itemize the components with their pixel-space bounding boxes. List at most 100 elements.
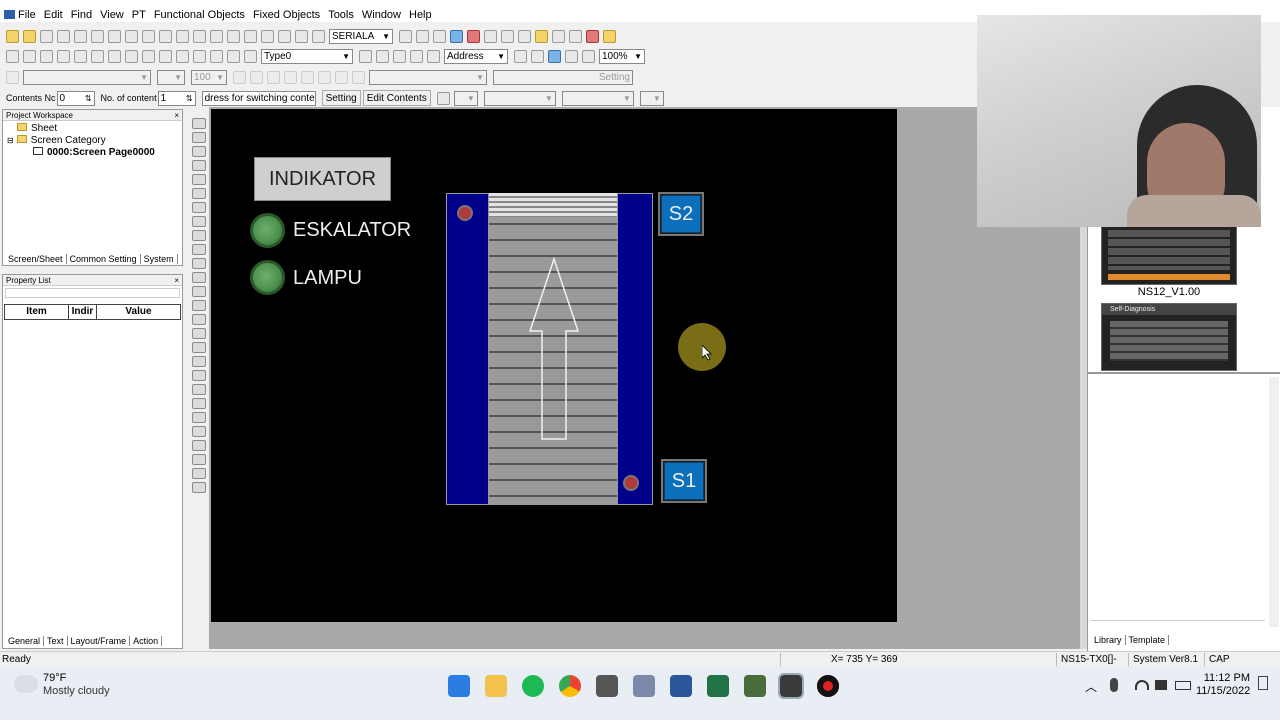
- tree-item-sheet[interactable]: Sheet: [7, 123, 182, 135]
- preview-icon[interactable]: [210, 29, 223, 43]
- eraser-icon[interactable]: [586, 29, 599, 43]
- rect-tool-icon[interactable]: [91, 49, 104, 63]
- flip-icon[interactable]: [393, 49, 406, 63]
- notification-icon[interactable]: [1258, 676, 1268, 690]
- object-tool-icon[interactable]: [192, 398, 206, 409]
- display-icon[interactable]: [548, 49, 561, 63]
- weather-temperature[interactable]: 79°F: [43, 672, 66, 684]
- contents-no-input[interactable]: 0 ⇅: [56, 90, 95, 106]
- button-tool-icon[interactable]: [74, 49, 87, 63]
- pen-icon[interactable]: [6, 70, 19, 84]
- align-icon[interactable]: [6, 49, 19, 63]
- send-back-icon[interactable]: [376, 49, 389, 63]
- sheet-icon[interactable]: [159, 29, 172, 43]
- collapse-icon[interactable]: ⊟: [7, 136, 14, 145]
- object-tool-icon[interactable]: [192, 370, 206, 381]
- align-left-icon[interactable]: [267, 70, 280, 84]
- connect-icon[interactable]: [433, 29, 446, 43]
- menu-window[interactable]: Window: [362, 9, 401, 21]
- print-icon[interactable]: [57, 29, 70, 43]
- id-icon[interactable]: [514, 49, 527, 63]
- object-tool-icon[interactable]: [192, 118, 206, 129]
- save-icon[interactable]: [40, 29, 53, 43]
- valign-middle-icon[interactable]: [335, 70, 348, 84]
- battery-icon[interactable]: [1175, 681, 1191, 690]
- new-icon[interactable]: [6, 29, 19, 43]
- align-right-icon[interactable]: [301, 70, 314, 84]
- fill-gray-icon[interactable]: [582, 49, 595, 63]
- library-splitter[interactable]: [1088, 372, 1280, 374]
- undo-icon[interactable]: [227, 29, 240, 43]
- menu-tools[interactable]: Tools: [328, 9, 354, 21]
- library-thumbnail-2[interactable]: Self-Diagnosis: [1101, 303, 1237, 371]
- small-select-4[interactable]: ▼: [639, 90, 664, 106]
- property-object-select[interactable]: [5, 288, 180, 298]
- screen-icon[interactable]: [142, 29, 155, 43]
- list-icon[interactable]: [295, 29, 308, 43]
- tray-chevron-up-icon[interactable]: ︿: [1085, 678, 1097, 695]
- clock-time[interactable]: 11:12 PM: [1200, 672, 1250, 684]
- tab-library[interactable]: Library: [1091, 635, 1126, 645]
- valign-bottom-icon[interactable]: [352, 70, 365, 84]
- sensor-bottom-indicator[interactable]: [623, 475, 639, 491]
- select-icon[interactable]: [23, 49, 36, 63]
- cxd-active-icon[interactable]: [778, 673, 804, 699]
- menu-file[interactable]: File: [18, 9, 36, 21]
- address-switching-field[interactable]: dress for switching conter: [201, 90, 316, 106]
- ungroup-icon[interactable]: [125, 49, 138, 63]
- group-icon[interactable]: [108, 49, 121, 63]
- object-tool-icon[interactable]: [192, 132, 206, 143]
- tab-system[interactable]: System: [141, 254, 178, 264]
- object-tool-icon[interactable]: [192, 454, 206, 465]
- cx-designer-icon[interactable]: [744, 675, 766, 697]
- tab-common-setting[interactable]: Common Setting: [67, 254, 141, 264]
- align-center-icon[interactable]: [284, 70, 297, 84]
- wifi-icon[interactable]: [1135, 680, 1149, 690]
- chrome-icon[interactable]: [559, 675, 581, 697]
- tree-item-screen-page[interactable]: 0000:Screen Page0000: [7, 147, 182, 159]
- bold-icon[interactable]: [233, 70, 246, 84]
- rectangle-icon[interactable]: [142, 49, 155, 63]
- bring-front-icon[interactable]: [359, 49, 372, 63]
- sector-icon[interactable]: [244, 49, 257, 63]
- menu-help[interactable]: Help: [409, 9, 432, 21]
- menu-view[interactable]: View: [100, 9, 124, 21]
- weather-description[interactable]: Mostly cloudy: [43, 685, 110, 697]
- menu-fixed-objects[interactable]: Fixed Objects: [253, 9, 320, 21]
- tab-screen-sheet[interactable]: Screen/Sheet: [5, 254, 67, 264]
- record-icon[interactable]: [817, 675, 839, 697]
- grid-icon[interactable]: [125, 29, 138, 43]
- object-tool-icon[interactable]: [192, 328, 206, 339]
- camera-icon[interactable]: [278, 29, 291, 43]
- tab-layout-frame[interactable]: Layout/Frame: [68, 636, 131, 646]
- image-icon[interactable]: [261, 29, 274, 43]
- tree-item-screen-category[interactable]: ⊟ Screen Category: [7, 135, 182, 147]
- font-size-select[interactable]: 100 ▼: [191, 69, 227, 85]
- memory-icon[interactable]: [484, 29, 497, 43]
- object-tool-icon[interactable]: [192, 342, 206, 353]
- library-thumbnail-1[interactable]: [1101, 225, 1237, 285]
- lampu-lamp[interactable]: [250, 260, 285, 295]
- lamp-tool-icon[interactable]: [57, 49, 70, 63]
- object-tool-icon[interactable]: [192, 356, 206, 367]
- escalator[interactable]: [446, 193, 653, 505]
- polygon-icon[interactable]: [210, 49, 223, 63]
- tool-app-icon[interactable]: [633, 675, 655, 697]
- close-icon[interactable]: ×: [174, 275, 179, 286]
- object-tool-icon[interactable]: [192, 440, 206, 451]
- test-icon[interactable]: [450, 29, 463, 43]
- menu-pt[interactable]: PT: [132, 9, 146, 21]
- paste-icon[interactable]: [91, 29, 104, 43]
- label-icon[interactable]: [531, 49, 544, 63]
- microphone-icon[interactable]: [1110, 678, 1118, 692]
- small-select-1[interactable]: ▼: [453, 90, 478, 106]
- line-icon[interactable]: [176, 49, 189, 63]
- volume-icon[interactable]: [1155, 680, 1167, 690]
- polyline-icon[interactable]: [193, 49, 206, 63]
- spotify-icon[interactable]: [522, 675, 544, 697]
- label-select[interactable]: ▼: [369, 69, 487, 85]
- hots-icon[interactable]: [596, 675, 618, 697]
- object-tool-icon[interactable]: [192, 300, 206, 311]
- frame-icon[interactable]: [40, 49, 53, 63]
- weather-cloud-icon[interactable]: [14, 675, 38, 693]
